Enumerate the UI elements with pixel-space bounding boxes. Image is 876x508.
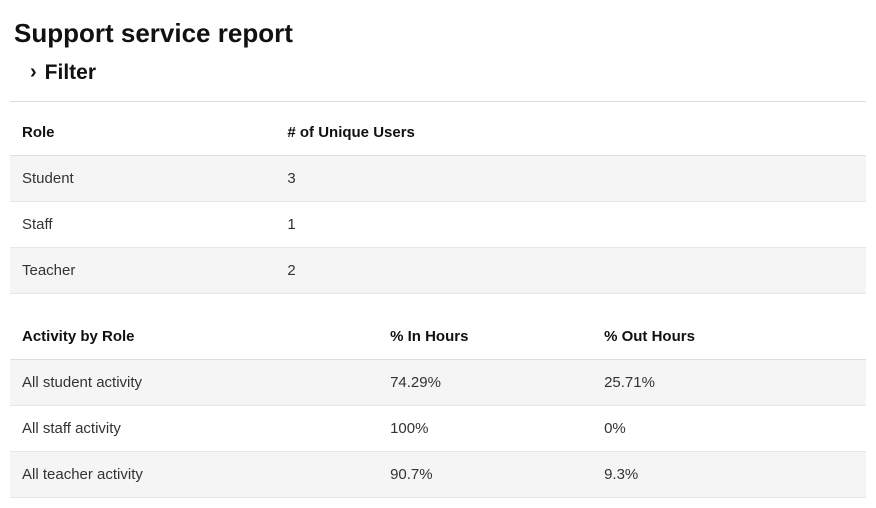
table-row: All staff activity 100% 0%	[10, 406, 866, 452]
col-in-hours: % In Hours	[378, 314, 592, 360]
divider	[10, 101, 866, 102]
cell-users: 2	[275, 248, 866, 294]
table-row: Student 3	[10, 156, 866, 202]
cell-out: 25.71%	[592, 360, 866, 406]
cell-in: 90.7%	[378, 452, 592, 498]
table-row: Teacher 2	[10, 248, 866, 294]
filter-label: Filter	[45, 61, 96, 85]
chevron-right-icon: ›	[30, 61, 37, 84]
cell-role: Staff	[10, 202, 275, 248]
cell-users: 3	[275, 156, 866, 202]
cell-activity: All teacher activity	[10, 452, 378, 498]
col-unique-users: # of Unique Users	[275, 110, 866, 156]
cell-role: Student	[10, 156, 275, 202]
cell-activity: All student activity	[10, 360, 378, 406]
cell-in: 100%	[378, 406, 592, 452]
col-role: Role	[10, 110, 275, 156]
page-title: Support service report	[14, 18, 866, 49]
activity-by-role-table: Activity by Role % In Hours % Out Hours …	[10, 314, 866, 498]
col-activity: Activity by Role	[10, 314, 378, 360]
cell-users: 1	[275, 202, 866, 248]
table-row: All student activity 74.29% 25.71%	[10, 360, 866, 406]
table-row: All teacher activity 90.7% 9.3%	[10, 452, 866, 498]
col-out-hours: % Out Hours	[592, 314, 866, 360]
unique-users-table: Role # of Unique Users Student 3 Staff 1…	[10, 110, 866, 294]
cell-out: 9.3%	[592, 452, 866, 498]
cell-role: Teacher	[10, 248, 275, 294]
cell-activity: All staff activity	[10, 406, 378, 452]
table-row: Staff 1	[10, 202, 866, 248]
cell-in: 74.29%	[378, 360, 592, 406]
cell-out: 0%	[592, 406, 866, 452]
filter-toggle[interactable]: › Filter	[30, 61, 96, 85]
